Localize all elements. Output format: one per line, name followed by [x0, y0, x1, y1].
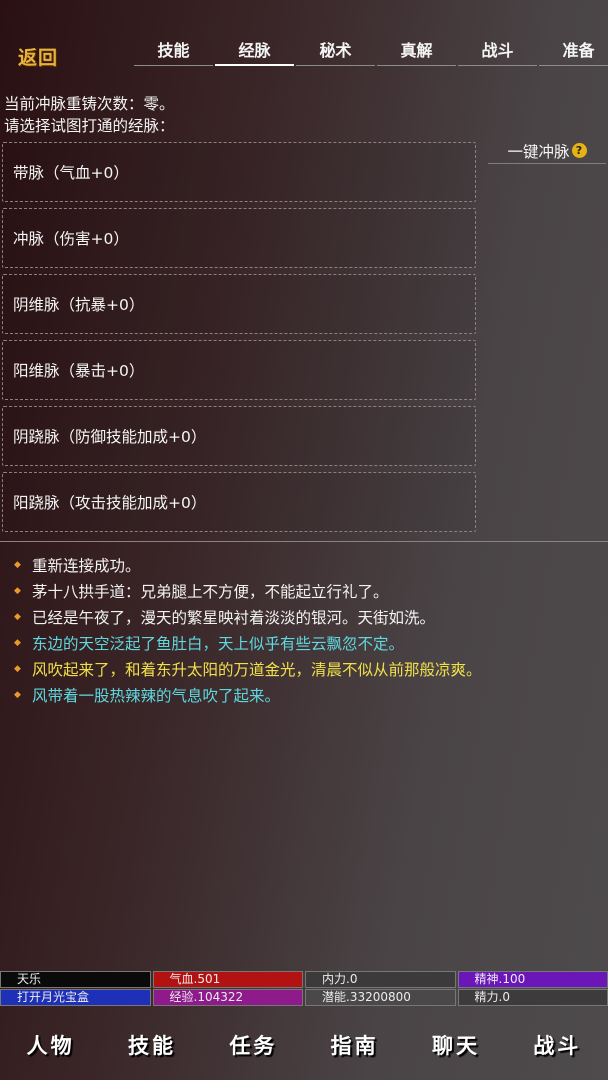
log-message-text: 东边的天空泛起了鱼肚白，天上似乎有些云飘忽不定。	[32, 635, 405, 653]
select-prompt-text: 请选择试图打通的经脉：	[4, 117, 175, 135]
back-button[interactable]: 返回	[8, 42, 68, 70]
meridian-item-dai[interactable]: 带脉（气血+0）	[2, 142, 476, 202]
meridian-label: 冲脉（伤害+0）	[13, 230, 129, 248]
diamond-bullet-icon: ◆	[14, 612, 21, 622]
meridian-label: 阴跷脉（防御技能加成+0）	[13, 428, 207, 446]
open-moonlight-box-button[interactable]: 打开月光宝盒	[0, 989, 151, 1006]
one-key-label: 一键冲脉	[507, 142, 570, 161]
log-message: ◆ 茅十八拱手道：兄弟腿上不方便，不能起立行礼了。	[0, 578, 608, 604]
question-icon[interactable]: ?	[571, 143, 587, 158]
meridian-item-yangwei[interactable]: 阳维脉（暴击+0）	[2, 340, 476, 400]
tab-secret-arts[interactable]: 秘术	[296, 38, 375, 66]
divider	[0, 541, 608, 542]
one-key-break-button[interactable]: 一键冲脉 ?	[488, 138, 606, 164]
diamond-bullet-icon: ◆	[14, 560, 21, 570]
tab-combat[interactable]: 战斗	[458, 38, 537, 66]
tab-prepare[interactable]: 准备	[539, 38, 608, 66]
log-message-text: 风带着一股热辣辣的气息吹了起来。	[32, 687, 281, 705]
meridian-label: 阴维脉（抗暴+0）	[13, 296, 145, 314]
potential-stat: 潜能.33200800	[305, 989, 456, 1006]
meridian-label: 带脉（气血+0）	[13, 164, 129, 182]
meridian-label: 阳维脉（暴击+0）	[13, 362, 145, 380]
meridian-item-yinqiao[interactable]: 阴跷脉（防御技能加成+0）	[2, 406, 476, 466]
nav-character[interactable]: 人物	[0, 1024, 101, 1068]
recast-count-text: 当前冲脉重铸次数：零。	[4, 95, 175, 113]
log-message: ◆ 重新连接成功。	[0, 552, 608, 578]
hp-stat: 气血.501	[152, 971, 303, 988]
nav-tasks[interactable]: 任务	[203, 1024, 304, 1068]
diamond-bullet-icon: ◆	[14, 690, 21, 700]
player-name-stat[interactable]: 天乐	[0, 971, 151, 988]
nav-guide[interactable]: 指南	[304, 1024, 405, 1068]
nav-skills[interactable]: 技能	[101, 1024, 202, 1068]
meridian-list: 带脉（气血+0） 冲脉（伤害+0） 阴维脉（抗暴+0） 阳维脉（暴击+0） 阴跷…	[2, 142, 476, 540]
log-message-text: 风吹起来了，和着东升太阳的万道金光，清晨不似从前那般凉爽。	[32, 661, 482, 679]
bottom-nav: 人物 技能 任务 指南 聊天 战斗	[0, 1024, 608, 1068]
log-message-text: 已经是午夜了，漫天的繁星映衬着淡淡的银河。天街如洗。	[32, 609, 436, 627]
nav-chat[interactable]: 聊天	[405, 1024, 506, 1068]
tab-true-explanation[interactable]: 真解	[377, 38, 456, 66]
log-message-text: 重新连接成功。	[32, 557, 141, 575]
internal-force-stat: 内力.0	[305, 971, 456, 988]
log-message: ◆ 已经是午夜了，漫天的繁星映衬着淡淡的银河。天街如洗。	[0, 604, 608, 630]
nav-combat[interactable]: 战斗	[507, 1024, 608, 1068]
top-tab-bar: 技能 经脉 秘术 真解 战斗 准备	[134, 38, 608, 68]
status-bar-panel: 天乐 气血.501 内力.0 精神.100 打开月光宝盒 经验.104322 潜…	[0, 971, 608, 1007]
meridian-item-yinwei[interactable]: 阴维脉（抗暴+0）	[2, 274, 476, 334]
meridian-label: 阳跷脉（攻击技能加成+0）	[13, 494, 207, 512]
diamond-bullet-icon: ◆	[14, 586, 21, 596]
experience-stat: 经验.104322	[152, 989, 303, 1006]
energy-stat: 精力.0	[457, 989, 608, 1006]
tab-skills[interactable]: 技能	[134, 38, 213, 66]
message-log: ◆ 重新连接成功。 ◆ 茅十八拱手道：兄弟腿上不方便，不能起立行礼了。 ◆ 已经是午夜…	[0, 552, 608, 708]
log-message: ◆ 东边的天空泛起了鱼肚白，天上似乎有些云飘忽不定。	[0, 630, 608, 656]
spirit-stat: 精神.100	[457, 971, 608, 988]
diamond-bullet-icon: ◆	[14, 664, 21, 674]
log-message-text: 茅十八拱手道：兄弟腿上不方便，不能起立行礼了。	[32, 583, 389, 601]
log-message: ◆ 风吹起来了，和着东升太阳的万道金光，清晨不似从前那般凉爽。	[0, 656, 608, 682]
log-message: ◆ 风带着一股热辣辣的气息吹了起来。	[0, 682, 608, 708]
diamond-bullet-icon: ◆	[14, 638, 21, 648]
meridian-item-chong[interactable]: 冲脉（伤害+0）	[2, 208, 476, 268]
tab-meridians[interactable]: 经脉	[215, 38, 294, 66]
meridian-item-yangqiao[interactable]: 阳跷脉（攻击技能加成+0）	[2, 472, 476, 532]
